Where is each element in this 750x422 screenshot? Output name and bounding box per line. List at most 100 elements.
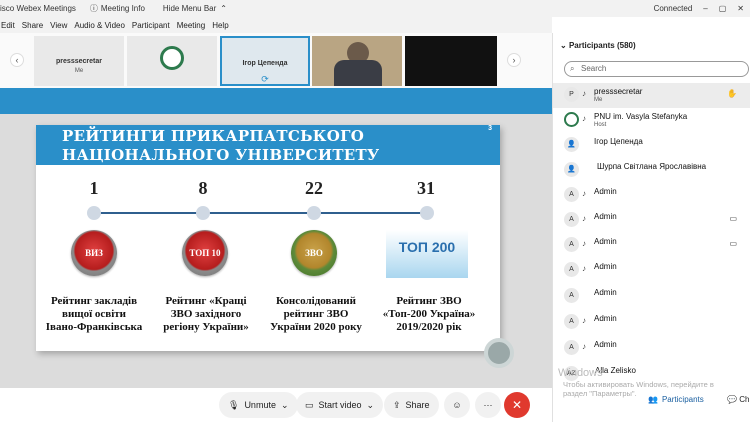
participant-name: Admin <box>594 212 617 221</box>
participant-row[interactable]: ♪ PNU im. Vasyla Stefanyka Host <box>553 108 750 133</box>
app-title: isco Webex Meetings <box>0 4 76 13</box>
caption-line: «Топ-200 Україна» <box>382 308 476 320</box>
participant-name: Admin <box>594 288 617 297</box>
meeting-controls: 🎙 Unmute ⌄ ▭ Start video ⌄ ⇪ Share ☺ ···… <box>0 388 552 422</box>
mic-muted-icon: 🎙 <box>228 399 240 410</box>
caption-line: Рейтинг закладів <box>50 295 138 307</box>
maximize-icon[interactable]: ▢ <box>719 4 727 13</box>
participant-name: Admin <box>594 314 617 323</box>
strip-next-button[interactable]: › <box>507 53 521 67</box>
participant-row[interactable]: A ♪ Admin ▭ <box>553 208 750 233</box>
video-tile-speaker[interactable]: Ігор Цепенда ⟳ <box>220 36 310 86</box>
participant-row[interactable]: A ♪ Admin ▭ <box>553 233 750 258</box>
presentation-slide: РЕЙТИНГИ ПРИКАРПАТСЬКОГО НАЦІОНАЛЬНОГО У… <box>36 125 500 351</box>
audio-icon: ♪ <box>582 342 586 351</box>
close-icon: ✕ <box>511 398 523 412</box>
tile-name: presssecretar <box>56 58 102 65</box>
caption-line: рейтинг ЗВО <box>283 308 349 320</box>
caption-line: Консолідований <box>276 295 356 307</box>
hide-menu-bar-button[interactable]: Hide Menu Bar <box>163 4 216 13</box>
unmute-label: Unmute <box>244 400 276 410</box>
participant-row[interactable]: 👤 Шурпа Світлана Ярославівна <box>553 158 750 183</box>
ranking-caption: Рейтинг закладів вищої освіти Івано-Фран… <box>38 295 150 334</box>
participant-row[interactable]: A Admin <box>553 284 750 309</box>
title-bar: isco Webex Meetings ⓘ Meeting Info Hide … <box>0 0 750 17</box>
top200-logo: ТОП 200 <box>386 230 468 278</box>
audio-icon: ♪ <box>582 89 586 98</box>
participant-row[interactable]: A ♪ Admin <box>553 336 750 361</box>
menu-audio-video[interactable]: Audio & Video <box>74 21 125 30</box>
caption-line: ЗВО західного <box>170 308 242 320</box>
close-icon[interactable]: ✕ <box>737 4 744 13</box>
timeline-dot <box>420 206 434 220</box>
collapse-icon[interactable]: ⌃ <box>220 4 227 13</box>
participant-row[interactable]: P ♪ presssecretar Me ✋ <box>553 83 750 108</box>
participant-name: Admin <box>594 237 617 246</box>
avatar: A <box>564 262 579 277</box>
emoji-icon: ☺ <box>452 400 462 410</box>
caption-line: вищої освіти <box>62 308 126 320</box>
ranking-badge-icon: ЗВО <box>291 230 337 276</box>
avatar <box>564 112 579 127</box>
avatar: P <box>564 87 579 102</box>
participants-footer-button[interactable]: 👥 Participants <box>648 395 704 404</box>
participants-count-label: Participants (580) <box>568 41 636 50</box>
minimize-icon[interactable]: – <box>703 4 707 13</box>
ranking-caption: Консолідований рейтинг ЗВО України 2020 … <box>260 295 372 334</box>
caption-line: Івано-Франківська <box>45 321 143 333</box>
timeline-dot <box>196 206 210 220</box>
more-options-button[interactable]: ··· <box>475 392 501 418</box>
leave-meeting-button[interactable]: ✕ <box>504 392 530 418</box>
video-tile-self[interactable]: presssecretar Me <box>34 36 124 86</box>
tile-sub: Me <box>74 68 84 74</box>
participant-row[interactable]: 👤 Ігор Цепенда <box>553 133 750 158</box>
slide-title-line2: НАЦІОНАЛЬНОГО УНІВЕРСИТЕТУ <box>62 146 380 164</box>
participant-row[interactable]: A ♪ Admin <box>553 183 750 208</box>
search-icon: ⌕ <box>570 64 575 73</box>
menu-participant[interactable]: Participant <box>132 21 170 30</box>
video-tile-dark[interactable] <box>405 36 497 86</box>
unmute-button[interactable]: 🎙 Unmute ⌄ <box>219 392 298 418</box>
rank-value: 31 <box>417 178 435 198</box>
menu-share[interactable]: Share <box>22 21 43 30</box>
avatar: A <box>564 288 579 303</box>
reactions-button[interactable]: ☺ <box>444 392 470 418</box>
chevron-down-icon[interactable]: ⌄ <box>281 400 289 411</box>
more-icon: ··· <box>483 400 493 410</box>
share-button[interactable]: ⇪ Share <box>384 392 439 418</box>
meeting-info-label: Meeting Info <box>100 4 145 13</box>
menu-view[interactable]: View <box>50 21 67 30</box>
menu-edit[interactable]: Edit <box>1 21 15 30</box>
chevron-down-icon[interactable]: ⌄ <box>560 41 567 50</box>
window-controls: Connected – ▢ ✕ <box>654 0 744 17</box>
video-tile-host[interactable] <box>127 36 217 86</box>
chat-icon: 💬 <box>727 395 737 404</box>
participant-role: Me <box>594 97 603 103</box>
audio-icon: ♪ <box>582 214 586 223</box>
share-label: Share <box>405 400 430 410</box>
floating-self-view[interactable] <box>484 338 514 368</box>
slide-title-line1: РЕЙТИНГИ ПРИКАРПАТСЬКОГО <box>62 127 365 145</box>
menu-meeting[interactable]: Meeting <box>177 21 205 30</box>
meeting-info-button[interactable]: ⓘ Meeting Info <box>90 3 145 14</box>
strip-prev-button[interactable]: ‹ <box>10 53 24 67</box>
avatar-person-icon: 👤 <box>564 137 579 152</box>
participant-row[interactable]: A ♪ Admin <box>553 310 750 335</box>
slide-page-number: 3 <box>488 125 492 132</box>
participant-name: presssecretar <box>594 87 643 96</box>
share-icon: ⇪ <box>393 399 401 410</box>
video-tile-camera[interactable] <box>312 36 402 86</box>
ranking-badge-icon: ВИЗ <box>71 230 117 276</box>
raise-hand-icon[interactable]: ✋ <box>727 89 737 98</box>
chevron-down-icon[interactable]: ⌄ <box>367 400 375 411</box>
slide-header: РЕЙТИНГИ ПРИКАРПАТСЬКОГО НАЦІОНАЛЬНОГО У… <box>36 125 500 165</box>
rank-value: 8 <box>198 178 208 198</box>
timeline-dot <box>307 206 321 220</box>
menu-help[interactable]: Help <box>212 21 228 30</box>
chat-footer-button[interactable]: 💬 Ch <box>727 395 749 404</box>
start-video-button[interactable]: ▭ Start video ⌄ <box>296 392 384 418</box>
caption-line: Рейтинг «Кращі <box>165 295 247 307</box>
participant-row[interactable]: A ♪ Admin <box>553 258 750 283</box>
rank-value: 22 <box>305 178 323 198</box>
participant-search-input[interactable]: ⌕ Search <box>564 61 749 77</box>
